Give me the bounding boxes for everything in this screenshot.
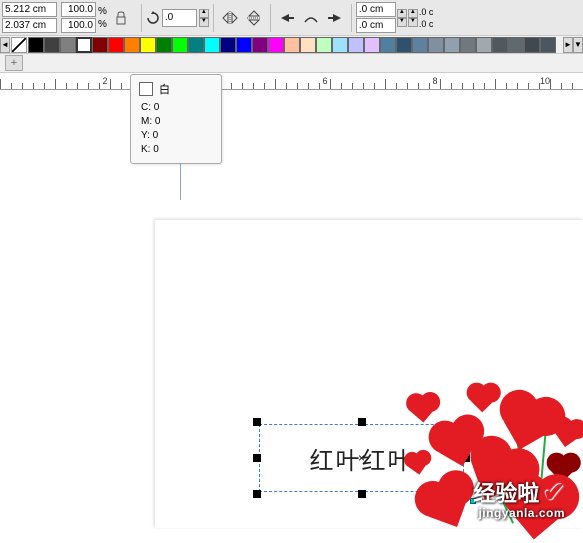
separator <box>141 4 142 32</box>
handle-middle-left[interactable] <box>253 454 261 462</box>
handle-bottom-middle[interactable] <box>358 490 366 498</box>
color-swatch[interactable] <box>524 37 540 53</box>
handle-bottom-left[interactable] <box>253 490 261 498</box>
x-position-input[interactable] <box>2 2 57 17</box>
color-swatch[interactable] <box>476 37 492 53</box>
mirror-vertical-button[interactable] <box>243 7 265 29</box>
no-fill-swatch[interactable] <box>11 37 27 53</box>
tooltip-k-value: K: 0 <box>141 143 213 157</box>
rotate-icon <box>146 11 160 25</box>
scale-group <box>61 2 96 33</box>
unit-suffix: .0 c .0 c <box>419 7 434 29</box>
color-swatch[interactable] <box>252 37 268 53</box>
percent-label: % % <box>98 6 107 30</box>
handle-top-left[interactable] <box>253 418 261 426</box>
color-swatch[interactable] <box>540 37 556 53</box>
color-swatch[interactable] <box>268 37 284 53</box>
color-palette: ◄ ► ▼ <box>0 36 583 54</box>
tooltip-swatch <box>139 82 153 96</box>
tooltip-y-value: Y: 0 <box>141 129 213 143</box>
scale-x-input[interactable] <box>61 2 96 17</box>
palette-scroll-right[interactable]: ► <box>563 37 573 53</box>
color-swatch[interactable] <box>204 37 220 53</box>
color-swatch[interactable] <box>316 37 332 53</box>
color-swatch[interactable] <box>188 37 204 53</box>
horizontal-ruler[interactable]: 2 4 6 8 10 <box>0 72 583 90</box>
color-swatch[interactable] <box>364 37 380 53</box>
separator <box>270 4 271 32</box>
color-swatch[interactable] <box>348 37 364 53</box>
position-group <box>2 2 57 33</box>
separator <box>351 4 352 32</box>
rotation-input[interactable] <box>162 9 197 27</box>
color-swatch[interactable] <box>124 37 140 53</box>
add-color-button[interactable]: + <box>5 55 23 71</box>
color-swatch[interactable] <box>60 37 76 53</box>
color-swatch[interactable] <box>444 37 460 53</box>
color-swatch[interactable] <box>44 37 60 53</box>
spinner-down[interactable]: ▼ <box>199 18 209 27</box>
outline-width-2[interactable] <box>356 18 396 33</box>
color-swatch[interactable] <box>428 37 444 53</box>
color-swatch[interactable] <box>108 37 124 53</box>
watermark-text: 经验啦 <box>473 476 539 508</box>
spinner-down[interactable]: ▼ <box>397 18 407 27</box>
spinner-down[interactable]: ▼ <box>408 18 418 27</box>
color-swatch[interactable] <box>508 37 524 53</box>
dim-spinner[interactable]: ▲ ▼ <box>397 9 407 27</box>
arrow-line-button[interactable] <box>300 7 322 29</box>
color-swatch[interactable] <box>172 37 188 53</box>
tooltip-color-name: 白 <box>159 81 170 97</box>
color-swatch[interactable] <box>284 37 300 53</box>
color-swatch[interactable] <box>492 37 508 53</box>
separator <box>213 4 214 32</box>
arrow-end-button[interactable] <box>324 7 346 29</box>
watermark: 经验啦 ✔ jingyanla.com <box>473 476 565 520</box>
document-palette: + <box>0 54 583 72</box>
arrow-start-button[interactable] <box>276 7 298 29</box>
outline-width-1[interactable] <box>356 2 396 17</box>
tooltip-c-value: C: 0 <box>141 101 213 115</box>
watermark-url: jingyanla.com <box>473 506 565 520</box>
rotation-group: ▲ ▼ <box>146 9 209 27</box>
tooltip-m-value: M: 0 <box>141 115 213 129</box>
color-swatch[interactable] <box>140 37 156 53</box>
dim-spinner-2[interactable]: ▲ ▼ <box>408 9 418 27</box>
ruler-label: 8 <box>432 76 437 86</box>
color-tooltip: 白 C: 0 M: 0 Y: 0 K: 0 <box>130 74 222 164</box>
outline-dim-group <box>356 2 396 33</box>
mirror-horizontal-button[interactable] <box>219 7 241 29</box>
color-swatch[interactable] <box>460 37 476 53</box>
palette-menu[interactable]: ▼ <box>573 37 583 53</box>
color-swatch[interactable] <box>220 37 236 53</box>
color-swatch[interactable] <box>156 37 172 53</box>
ruler-label: 10 <box>540 76 550 86</box>
handle-top-middle[interactable] <box>358 418 366 426</box>
palette-scroll-left[interactable]: ◄ <box>0 37 10 53</box>
selection-center-icon: × <box>358 451 365 465</box>
color-swatch[interactable] <box>28 37 44 53</box>
scale-y-input[interactable] <box>61 18 96 33</box>
spinner-up[interactable]: ▲ <box>408 9 418 18</box>
rotation-spinner[interactable]: ▲ ▼ <box>199 9 209 27</box>
lock-aspect-button[interactable] <box>113 10 129 26</box>
color-swatch[interactable] <box>380 37 396 53</box>
y-position-input[interactable] <box>2 18 57 33</box>
spinner-up[interactable]: ▲ <box>397 9 407 18</box>
color-swatch[interactable] <box>92 37 108 53</box>
color-swatch[interactable] <box>332 37 348 53</box>
spinner-up[interactable]: ▲ <box>199 9 209 18</box>
ruler-label: 2 <box>102 76 107 86</box>
color-swatch[interactable] <box>396 37 412 53</box>
property-bar: % % ▲ ▼ ▲ ▼ ▲ ▼ .0 c . <box>0 0 583 36</box>
color-swatch[interactable] <box>236 37 252 53</box>
color-swatch[interactable] <box>412 37 428 53</box>
check-icon: ✔ <box>543 477 565 508</box>
color-swatch[interactable] <box>300 37 316 53</box>
canvas[interactable]: 红叶红叶 × 经验啦 ✔ jingyanla.com <box>0 90 583 528</box>
color-swatch[interactable] <box>76 37 92 53</box>
ruler-label: 6 <box>322 76 327 86</box>
